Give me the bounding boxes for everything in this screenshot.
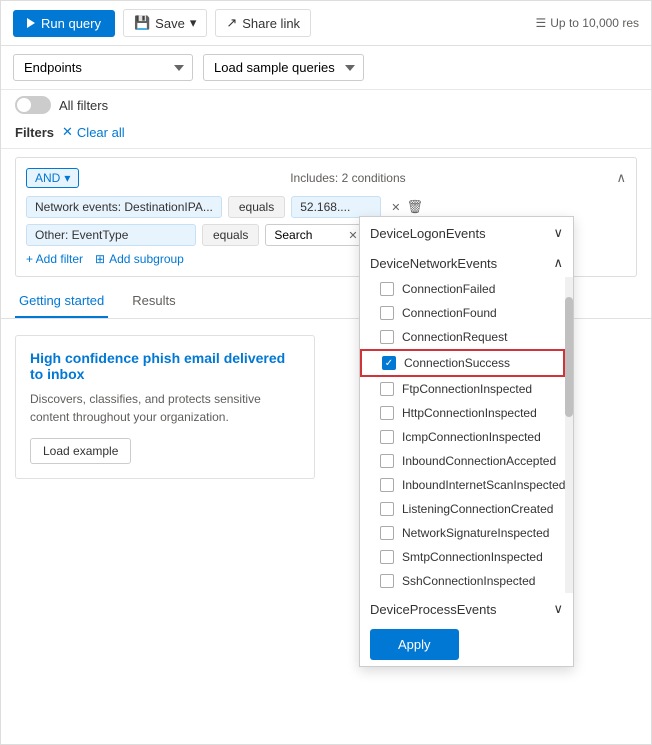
dropdowns-row: Endpoints Load sample queries [1, 46, 651, 90]
checkbox-ftpconnection[interactable] [380, 382, 394, 396]
device-network-events-items: ConnectionFailed ConnectionFound Connect… [360, 277, 573, 593]
condition-operator-1[interactable]: equals [228, 196, 285, 218]
list-item[interactable]: IcmpConnectionInspected [360, 425, 565, 449]
list-item[interactable]: SmtpConnectionInspected [360, 545, 565, 569]
results-hint: ☰ Up to 10,000 res [536, 16, 640, 30]
checkbox-listeningconnection[interactable] [380, 502, 394, 516]
filters-bar: Filters ✕ Clear all [1, 120, 651, 149]
share-icon: ↗ [226, 15, 237, 31]
checkbox-icmpconnection[interactable] [380, 430, 394, 444]
clear-search-icon[interactable]: ✕ [348, 229, 357, 242]
subgroup-icon: ⊞ [95, 252, 105, 266]
checkbox-connectionfailed[interactable] [380, 282, 394, 296]
checkbox-httpconnection[interactable] [380, 406, 394, 420]
network-chevron-up-icon: ∧ [553, 255, 563, 271]
conditions-header: AND ▾ Includes: 2 conditions ∧ [26, 168, 626, 188]
results-hint-text: Up to 10,000 res [550, 16, 639, 30]
list-item[interactable]: ConnectionFound [360, 301, 565, 325]
save-icon: 💾 [134, 15, 150, 31]
scrollbar-thumb[interactable] [565, 297, 573, 417]
device-logon-events-header[interactable]: DeviceLogonEvents ∨ [360, 217, 573, 247]
device-network-events-header[interactable]: DeviceNetworkEvents ∧ [360, 247, 573, 277]
scrollbar-track[interactable] [565, 277, 573, 593]
search-input[interactable] [274, 228, 344, 242]
remove-condition-1-icon[interactable]: ✕ [391, 201, 400, 214]
checkbox-inboundinternet[interactable] [380, 478, 394, 492]
device-process-events-label: DeviceProcessEvents [370, 602, 496, 617]
condition-row-1: Network events: DestinationIPA... equals… [26, 196, 626, 218]
main-container: Run query 💾 Save ▾ ↗ Share link ☰ Up to … [0, 0, 652, 745]
add-subgroup-button[interactable]: ⊞ Add subgroup [95, 252, 184, 266]
event-type-dropdown: DeviceLogonEvents ∨ DeviceNetworkEvents … [359, 216, 574, 667]
load-example-button[interactable]: Load example [30, 438, 131, 464]
add-subgroup-label: Add subgroup [109, 252, 184, 266]
checkbox-connectionsuccess[interactable] [382, 356, 396, 370]
condition-search-value-2[interactable]: ✕ [265, 224, 366, 246]
save-button[interactable]: 💾 Save ▾ [123, 9, 207, 37]
list-icon: ☰ [536, 16, 547, 30]
apply-button[interactable]: Apply [370, 629, 459, 660]
logon-chevron-down-icon: ∨ [553, 225, 563, 241]
and-chevron-icon: ▾ [64, 171, 70, 185]
and-label: AND [35, 171, 60, 185]
content-card: High confidence phish email delivered to… [15, 335, 315, 479]
list-item[interactable]: ConnectionRequest [360, 325, 565, 349]
condition-field-2[interactable]: Other: EventType [26, 224, 196, 246]
list-item[interactable]: HttpConnectionInspected [360, 401, 565, 425]
list-item[interactable]: ListeningConnectionCreated [360, 497, 565, 521]
checkbox-sshconnection[interactable] [380, 574, 394, 588]
list-item[interactable]: FtpConnectionInspected [360, 377, 565, 401]
list-item[interactable]: SshConnectionInspected [360, 569, 565, 593]
tab-getting-started[interactable]: Getting started [15, 285, 108, 318]
checkbox-smtpconnection[interactable] [380, 550, 394, 564]
checkbox-networksignature[interactable] [380, 526, 394, 540]
toolbar: Run query 💾 Save ▾ ↗ Share link ☰ Up to … [1, 1, 651, 46]
share-link-label: Share link [242, 16, 300, 31]
condition-value-1: 52.168.... [291, 196, 381, 218]
checkbox-connectionfound[interactable] [380, 306, 394, 320]
add-filter-button[interactable]: + Add filter [26, 252, 83, 266]
close-icon: ✕ [62, 124, 73, 140]
delete-condition-1-icon[interactable]: 🗑 [406, 199, 423, 215]
toggle-label: All filters [59, 98, 108, 113]
share-link-button[interactable]: ↗ Share link [215, 9, 311, 37]
and-badge[interactable]: AND ▾ [26, 168, 79, 188]
checkbox-inboundconnection[interactable] [380, 454, 394, 468]
card-title[interactable]: High confidence phish email delivered to… [30, 350, 300, 382]
run-query-button[interactable]: Run query [13, 10, 115, 37]
device-process-events-header[interactable]: DeviceProcessEvents ∨ [360, 593, 573, 623]
tab-results[interactable]: Results [128, 285, 179, 318]
device-network-events-label: DeviceNetworkEvents [370, 256, 497, 271]
condition-operator-2[interactable]: equals [202, 224, 259, 246]
clear-all-label: Clear all [77, 125, 125, 140]
run-query-label: Run query [41, 16, 101, 31]
clear-all-button[interactable]: ✕ Clear all [62, 124, 125, 140]
sample-queries-dropdown[interactable]: Load sample queries [203, 54, 364, 81]
list-item[interactable]: InboundInternetScanInspected [360, 473, 565, 497]
save-label: Save [155, 16, 185, 31]
card-desc: Discovers, classifies, and protects sens… [30, 390, 300, 426]
all-filters-toggle[interactable] [15, 96, 51, 114]
list-item[interactable]: InboundConnectionAccepted [360, 449, 565, 473]
list-item[interactable]: ConnectionFailed [360, 277, 565, 301]
save-chevron-icon: ▾ [190, 15, 197, 31]
process-chevron-down-icon: ∨ [553, 601, 563, 617]
endpoints-dropdown[interactable]: Endpoints [13, 54, 193, 81]
collapse-icon[interactable]: ∧ [616, 170, 626, 186]
add-filter-label: + Add filter [26, 252, 83, 266]
condition-field-1[interactable]: Network events: DestinationIPA... [26, 196, 222, 218]
toggle-row: All filters [1, 90, 651, 120]
list-item[interactable]: NetworkSignatureInspected [360, 521, 565, 545]
device-logon-events-label: DeviceLogonEvents [370, 226, 486, 241]
checkbox-connectionrequest[interactable] [380, 330, 394, 344]
filters-label: Filters [15, 125, 54, 140]
play-icon [27, 18, 35, 28]
includes-text: Includes: 2 conditions [290, 171, 405, 185]
list-item-connectionsuccess[interactable]: ConnectionSuccess [360, 349, 565, 377]
